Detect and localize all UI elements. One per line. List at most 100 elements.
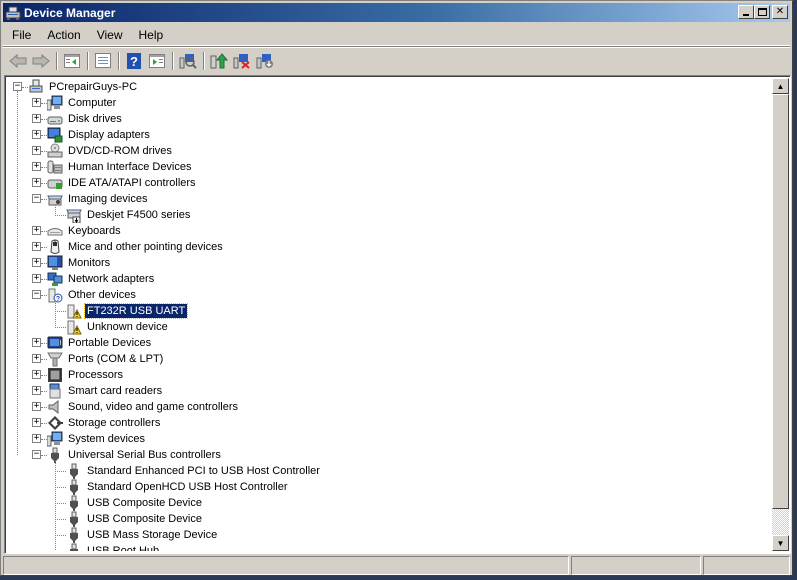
tree-category-monitors[interactable]: Monitors <box>47 255 112 271</box>
tree-category-disk-drives[interactable]: Disk drives <box>47 111 124 127</box>
display-adapter-icon <box>47 127 63 143</box>
tree-device-usb-mass-storage-device[interactable]: USB Mass Storage Device <box>66 527 219 543</box>
collapse-toggle-root[interactable]: − <box>13 82 22 91</box>
expand-toggle-system-devices[interactable]: + <box>32 434 41 443</box>
tree-item-label: Storage controllers <box>68 417 161 429</box>
collapse-toggle-other-devices[interactable]: − <box>32 290 41 299</box>
tree-item-label: Network adapters <box>68 273 155 285</box>
scrollbar-thumb[interactable] <box>772 94 789 509</box>
tree-category-universal-serial-bus-controllers[interactable]: Universal Serial Bus controllers <box>47 447 223 463</box>
tree-connector <box>55 461 56 551</box>
tree-root-computer[interactable]: PCrepairGuys-PC <box>28 79 139 95</box>
usb-icon <box>66 527 82 543</box>
scroll-down-button[interactable]: ▼ <box>772 535 789 551</box>
expand-toggle-monitors[interactable]: + <box>32 258 41 267</box>
disk-drive-icon <box>47 111 63 127</box>
tree-device-deskjet-f4500-series[interactable]: Deskjet F4500 series <box>66 207 192 224</box>
tree-category-system-devices[interactable]: System devices <box>46 431 147 447</box>
menu-action[interactable]: Action <box>39 28 88 42</box>
usb-icon <box>66 463 82 479</box>
scan-hardware-changes-button[interactable] <box>177 50 199 72</box>
expand-toggle-mice-and-other-pointing-devices[interactable]: + <box>32 242 41 251</box>
back-button[interactable] <box>7 50 29 72</box>
tree-category-storage-controllers[interactable]: Storage controllers <box>47 415 162 431</box>
tree-category-keyboards[interactable]: Keyboards <box>47 223 123 239</box>
help-button[interactable]: ? <box>123 50 145 72</box>
expand-toggle-smart-card-readers[interactable]: + <box>32 386 41 395</box>
status-pane-main <box>3 556 569 575</box>
menu-file[interactable]: File <box>3 28 39 42</box>
tree-device-ft232r-usb-uart[interactable]: FT232R USB UART <box>66 303 189 319</box>
tree-category-dvd-cd-rom-drives[interactable]: DVD/CD-ROM drives <box>47 143 174 159</box>
tree-device-unknown-device[interactable]: Unknown device <box>66 319 170 335</box>
network-adapter-icon <box>47 271 63 287</box>
expand-toggle-dvd-cd-rom-drives[interactable]: + <box>32 146 41 155</box>
tree-item-label: Disk drives <box>68 113 122 125</box>
uninstall-button[interactable] <box>231 50 253 72</box>
tree-category-portable-devices[interactable]: Portable Devices <box>47 335 153 351</box>
printer-scanner-icon <box>66 209 82 224</box>
expand-toggle-human-interface-devices[interactable]: + <box>32 162 41 171</box>
minimize-button[interactable] <box>738 5 754 19</box>
tree-category-smart-card-readers[interactable]: Smart card readers <box>47 383 164 399</box>
tree-device-usb-composite-device[interactable]: USB Composite Device <box>66 511 204 527</box>
usb-icon <box>66 511 82 527</box>
tree-device-usb-composite-device[interactable]: USB Composite Device <box>66 495 204 511</box>
collapse-toggle-universal-serial-bus-controllers[interactable]: − <box>32 450 41 459</box>
tree-item-label: Monitors <box>68 257 111 269</box>
tree-item-label: Unknown device <box>87 321 168 333</box>
tree-device-usb-root-hub[interactable]: USB Root Hub <box>66 543 161 551</box>
show-hide-console-tree-button[interactable] <box>61 50 83 72</box>
portable-device-icon <box>47 336 63 349</box>
tree-category-human-interface-devices[interactable]: Human Interface Devices <box>47 159 194 175</box>
scroll-up-button[interactable]: ▲ <box>772 78 789 94</box>
expand-toggle-sound-video-and-game-controllers[interactable]: + <box>32 402 41 411</box>
tree-category-other-devices[interactable]: ? Other devices <box>47 287 138 303</box>
vertical-scrollbar[interactable]: ▲ ▼ <box>772 78 789 551</box>
device-manager-window: Device Manager ✕ File Action View Help ? <box>0 0 793 576</box>
disable-button[interactable] <box>254 50 276 72</box>
tree-category-mice-and-other-pointing-devices[interactable]: Mice and other pointing devices <box>47 239 225 255</box>
title-bar[interactable]: Device Manager ✕ <box>3 3 790 22</box>
properties-button[interactable] <box>92 50 114 72</box>
tree-category-display-adapters[interactable]: Display adapters <box>47 127 152 143</box>
status-pane-2 <box>571 556 701 575</box>
status-pane-3 <box>703 556 790 575</box>
mouse-icon <box>50 239 60 254</box>
tree-connector <box>55 503 66 504</box>
expand-toggle-keyboards[interactable]: + <box>32 226 41 235</box>
tree-category-computer[interactable]: Computer <box>46 95 118 111</box>
svg-text:?: ? <box>130 54 138 69</box>
tree-category-imaging-devices[interactable]: Imaging devices <box>47 191 150 207</box>
expand-toggle-processors[interactable]: + <box>32 370 41 379</box>
tree-connector <box>55 471 66 472</box>
tree-device-standard-enhanced-pci-to-usb-host-controller[interactable]: Standard Enhanced PCI to USB Host Contro… <box>66 463 322 479</box>
tree-category-sound-video-and-game-controllers[interactable]: Sound, video and game controllers <box>47 399 240 415</box>
tree-category-network-adapters[interactable]: Network adapters <box>47 271 156 287</box>
monitor-icon <box>47 255 63 270</box>
expand-toggle-display-adapters[interactable]: + <box>32 130 41 139</box>
close-icon: ✕ <box>775 6 785 17</box>
menu-view[interactable]: View <box>89 28 131 42</box>
expand-toggle-portable-devices[interactable]: + <box>32 338 41 347</box>
menu-help[interactable]: Help <box>131 28 172 42</box>
show-hide-action-pane-button[interactable] <box>146 50 168 72</box>
tree-category-processors[interactable]: Processors <box>47 367 125 383</box>
expand-toggle-computer[interactable]: + <box>32 98 41 107</box>
collapse-toggle-imaging-devices[interactable]: − <box>32 194 41 203</box>
update-driver-button[interactable] <box>208 50 230 72</box>
tree-category-ports-com-lpt[interactable]: Ports (COM & LPT) <box>47 351 165 367</box>
expand-toggle-storage-controllers[interactable]: + <box>32 418 41 427</box>
expand-toggle-disk-drives[interactable]: + <box>32 114 41 123</box>
tree-item-label: USB Root Hub <box>87 545 160 551</box>
computer-icon <box>46 95 63 111</box>
close-button[interactable]: ✕ <box>772 5 788 19</box>
expand-toggle-network-adapters[interactable]: + <box>32 274 41 283</box>
tree-item-label: Portable Devices <box>68 337 152 349</box>
expand-toggle-ide-ata-atapi-controllers[interactable]: + <box>32 178 41 187</box>
tree-category-ide-ata-atapi-controllers[interactable]: IDE ATA/ATAPI controllers <box>47 175 198 191</box>
maximize-button[interactable] <box>754 5 770 19</box>
tree-device-standard-openhcd-usb-host-controller[interactable]: Standard OpenHCD USB Host Controller <box>66 479 290 495</box>
expand-toggle-ports-com-lpt[interactable]: + <box>32 354 41 363</box>
forward-button[interactable] <box>30 50 52 72</box>
